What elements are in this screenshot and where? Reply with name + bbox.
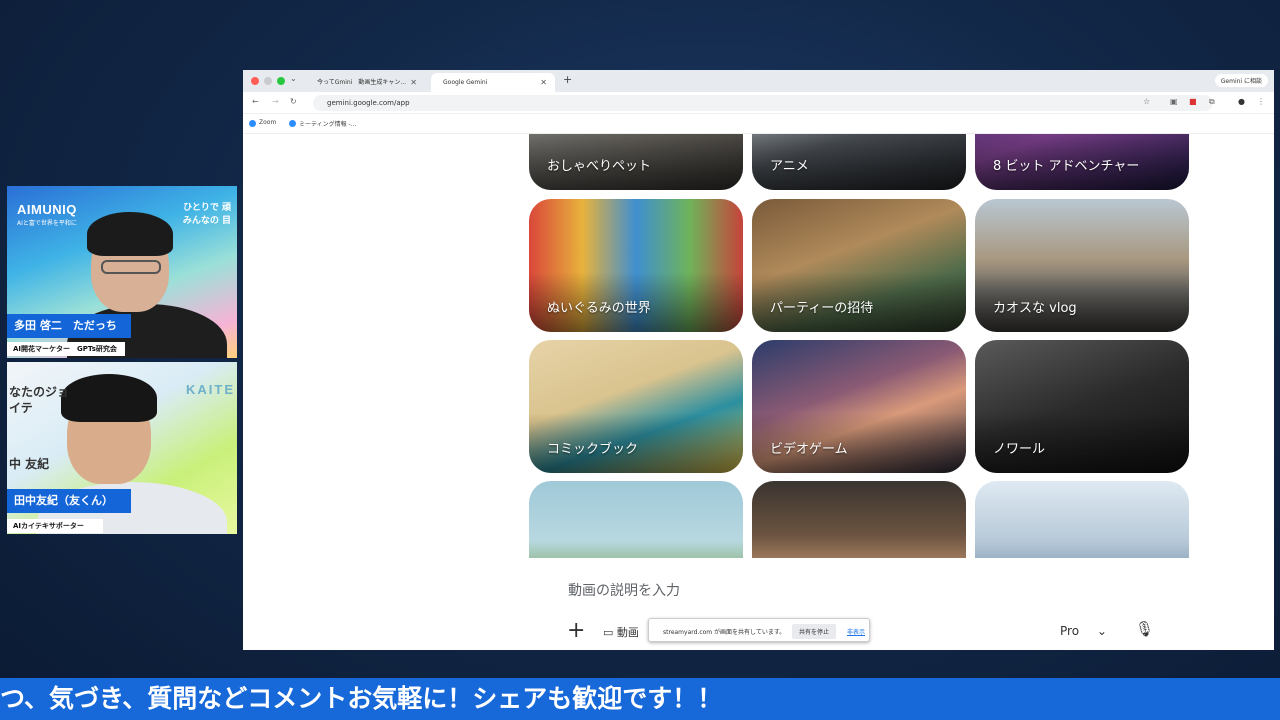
video-tool-chip[interactable]: ▭ 動画 (603, 624, 639, 640)
video-style-gallery: おしゃべりペット アニメ 8 ビット アドベンチャー ぬいぐるみの世界 パーティ… (529, 134, 1191, 558)
gemini-page: おしゃべりペット アニメ 8 ビット アドベンチャー ぬいぐるみの世界 パーティ… (243, 134, 1274, 650)
card-label: 8 ビット アドベンチャー (993, 159, 1140, 174)
card-label: ビデオゲーム (770, 442, 848, 457)
aimuniq-logo: AIMUNIQ (17, 202, 77, 217)
add-attachment-button[interactable]: + (567, 618, 585, 643)
webcam1-tagline: ひとりで 頑 みんなの 目 (183, 202, 231, 228)
style-card-noir[interactable]: ノワール (975, 340, 1189, 473)
extensions-puzzle-icon[interactable]: ⧉ (1209, 97, 1215, 107)
prompt-input[interactable]: 動画の説明を入力 (568, 580, 680, 600)
close-tab-icon[interactable]: ✕ (410, 73, 417, 92)
tab-label: 今ってGmini 動画生成キャン... (317, 79, 407, 86)
card-label: おしゃべりペット (547, 159, 652, 174)
bookmark-meeting-info[interactable]: ミーティング情報 -... (289, 119, 356, 128)
style-card-papercraft[interactable] (529, 481, 743, 558)
tab-google-gemini[interactable]: Google Gemini ✕ (431, 73, 555, 92)
style-card-portrait[interactable] (752, 481, 966, 558)
card-label: ぬいぐるみの世界 (547, 301, 651, 316)
more-menu-icon[interactable]: ⋮ (1257, 97, 1265, 106)
bookmark-star-icon[interactable]: ☆ (1143, 97, 1150, 106)
glasses (101, 260, 161, 274)
minimize-window-button[interactable] (264, 77, 272, 85)
gemini-ask-button[interactable]: Gemini に相談 (1214, 74, 1268, 87)
model-selector[interactable]: Pro ⌄ (1060, 624, 1107, 638)
style-card-plush-world[interactable]: ぬいぐるみの世界 (529, 199, 743, 332)
bookmarks-bar: Zoom ミーティング情報 -... (243, 114, 1274, 134)
bookmark-zoom[interactable]: Zoom (249, 119, 276, 127)
card-label: コミックブック (547, 442, 639, 457)
hide-share-bar-link[interactable]: 非表示 (847, 627, 865, 636)
aimuniq-tagline: AIと富で世界を平和に (17, 220, 77, 227)
back-icon[interactable]: ← (252, 97, 259, 106)
tab-gemini-video[interactable]: 今ってGmini 動画生成キャン... ✕ (305, 73, 425, 92)
video-icon: ▭ (603, 626, 614, 639)
style-card-chaotic-vlog[interactable]: カオスな vlog (975, 199, 1189, 332)
screen-share-notification: streamyard.com が画面を共有しています。 共有を停止 非表示 (648, 618, 870, 642)
forward-icon[interactable]: → (272, 97, 279, 106)
stop-sharing-button[interactable]: 共有を停止 (792, 624, 837, 639)
card-label: ノワール (993, 442, 1046, 457)
style-card-8bit-adventure[interactable]: 8 ビット アドベンチャー (975, 134, 1189, 190)
webcam2-text-3: 中 友紀 (9, 457, 50, 471)
new-tab-button[interactable]: + (563, 73, 572, 86)
reload-icon[interactable]: ↻ (290, 97, 297, 106)
comment-ticker: つ、気づき、質問などコメントお気軽に！シェアも歓迎です！！ (0, 678, 1280, 720)
microphone-icon[interactable]: 🎙 (1135, 620, 1154, 638)
name-plate-tada: 多田 啓二 ただっち (7, 314, 131, 338)
tab-list-chevron-icon[interactable]: ⌄ (290, 74, 297, 83)
role-plate-tanaka: AIカイテキサポーター (7, 519, 103, 533)
name-plate-tanaka: 田中友紀（友くん） (7, 489, 131, 513)
webcam2-text-1: なたのジョ (9, 385, 70, 399)
url-text: gemini.google.com/app (327, 99, 410, 107)
close-window-button[interactable] (251, 77, 259, 85)
card-label: カオスな vlog (993, 301, 1077, 316)
video-chip-label: 動画 (616, 626, 639, 639)
webcam1-tagline-1: ひとりで 頑 (183, 203, 231, 213)
tab-bar: ⌄ 今ってGmini 動画生成キャン... ✕ Google Gemini ✕ … (243, 70, 1274, 92)
role-plate-tada: AI開花マーケター GPTs研究会 (7, 342, 125, 356)
cast-icon[interactable]: ▣ (1170, 97, 1178, 106)
style-card-comic-book[interactable]: コミックブック (529, 340, 743, 473)
person-hair (61, 374, 157, 422)
style-card-party-invite[interactable]: パーティーの招待 (752, 199, 966, 332)
model-label: Pro (1060, 624, 1080, 638)
style-card-laboratory[interactable] (975, 481, 1189, 558)
style-card-anime[interactable]: アニメ (752, 134, 966, 190)
chevron-down-icon: ⌄ (1096, 624, 1107, 638)
address-bar[interactable]: gemini.google.com/app (313, 95, 1213, 111)
style-card-video-game[interactable]: ビデオゲーム (752, 340, 966, 473)
card-label: パーティーの招待 (770, 301, 874, 316)
webcam1-tagline-2: みんなの 目 (182, 216, 231, 226)
tab-label: Google Gemini (443, 79, 488, 86)
browser-toolbar: ← → ↻ gemini.google.com/app ☆ ▣ ■ ⧉ ● ⋮ (243, 92, 1274, 114)
profile-avatar-icon[interactable]: ● (1238, 97, 1245, 106)
close-tab-icon[interactable]: ✕ (540, 73, 547, 92)
extension-icon[interactable]: ■ (1189, 97, 1197, 106)
share-message: streamyard.com が画面を共有しています。 (663, 629, 786, 636)
kaiteki-logo: KAITE (186, 382, 235, 397)
browser-window: ⌄ 今ってGmini 動画生成キャン... ✕ Google Gemini ✕ … (243, 70, 1274, 650)
style-card-talking-pet[interactable]: おしゃべりペット (529, 134, 743, 190)
person-hair (87, 212, 173, 256)
card-label: アニメ (770, 159, 809, 174)
maximize-window-button[interactable] (277, 77, 285, 85)
webcam2-text-2: イテ (9, 401, 33, 415)
webcam2-background-text: なたのジョ イテ 中 友紀 (9, 384, 69, 472)
